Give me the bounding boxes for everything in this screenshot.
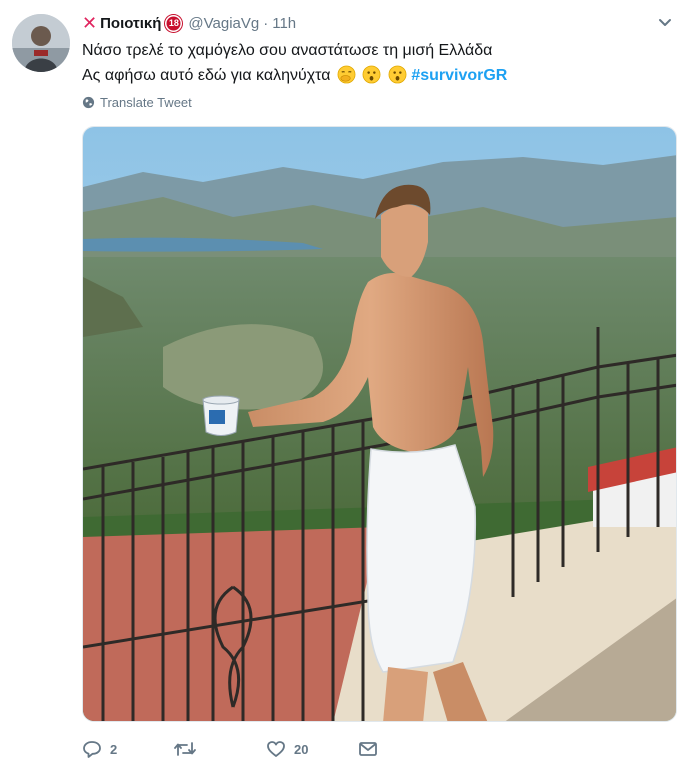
retweet-icon — [174, 742, 196, 756]
tweet-header: ✕ Ποιοτική 18 @VagiaVg · 11h — [82, 12, 296, 34]
tweet-photo[interactable] — [82, 126, 677, 722]
reply-icon — [83, 741, 101, 758]
reply-button[interactable]: 2 — [82, 739, 174, 759]
hushed-face-icon — [362, 65, 381, 84]
envelope-icon — [359, 742, 377, 756]
heart-icon — [267, 741, 285, 757]
chevron-down-icon[interactable] — [657, 14, 673, 30]
tweet-timestamp[interactable]: 11h — [272, 15, 296, 32]
like-button[interactable]: 20 — [266, 739, 358, 759]
direct-message-button[interactable] — [358, 739, 378, 759]
tweet-actions: 2 20 — [82, 738, 378, 760]
cross-mark-icon: ✕ — [82, 13, 98, 33]
hashtag-link[interactable]: #survivorGR — [411, 67, 507, 84]
avatar[interactable] — [12, 14, 70, 72]
separator-dot: · — [263, 14, 269, 32]
tweet-text-line-2-words: Ας αφήσω αυτό εδώ για καληνύχτα — [82, 67, 331, 84]
translate-tweet-link[interactable]: Translate Tweet — [82, 95, 192, 110]
tweet-text: Νάσο τρελέ το χαμόγελο σου αναστάτωσε τη… — [82, 38, 662, 88]
tweet-text-line-1: Νάσο τρελέ το χαμόγελο σου αναστάτωσε τη… — [82, 42, 493, 59]
translate-tweet-label: Translate Tweet — [100, 95, 192, 110]
hushed-face-icon — [388, 65, 407, 84]
retweet-button[interactable] — [174, 739, 266, 759]
tweet[interactable]: ✕ Ποιοτική 18 @VagiaVg · 11h Νάσο τρελέ … — [0, 0, 689, 768]
face-with-hand-over-mouth-icon — [337, 65, 356, 84]
globe-icon — [82, 96, 95, 109]
tweet-text-line-2: Ας αφήσω αυτό εδώ για καληνύχτα #survivo… — [82, 63, 662, 88]
user-handle[interactable]: @VagiaVg — [188, 15, 259, 32]
age-18-badge-icon: 18 — [165, 14, 183, 32]
reply-count: 2 — [110, 741, 118, 757]
like-count: 20 — [294, 741, 309, 757]
display-name[interactable]: Ποιοτική — [100, 15, 161, 32]
